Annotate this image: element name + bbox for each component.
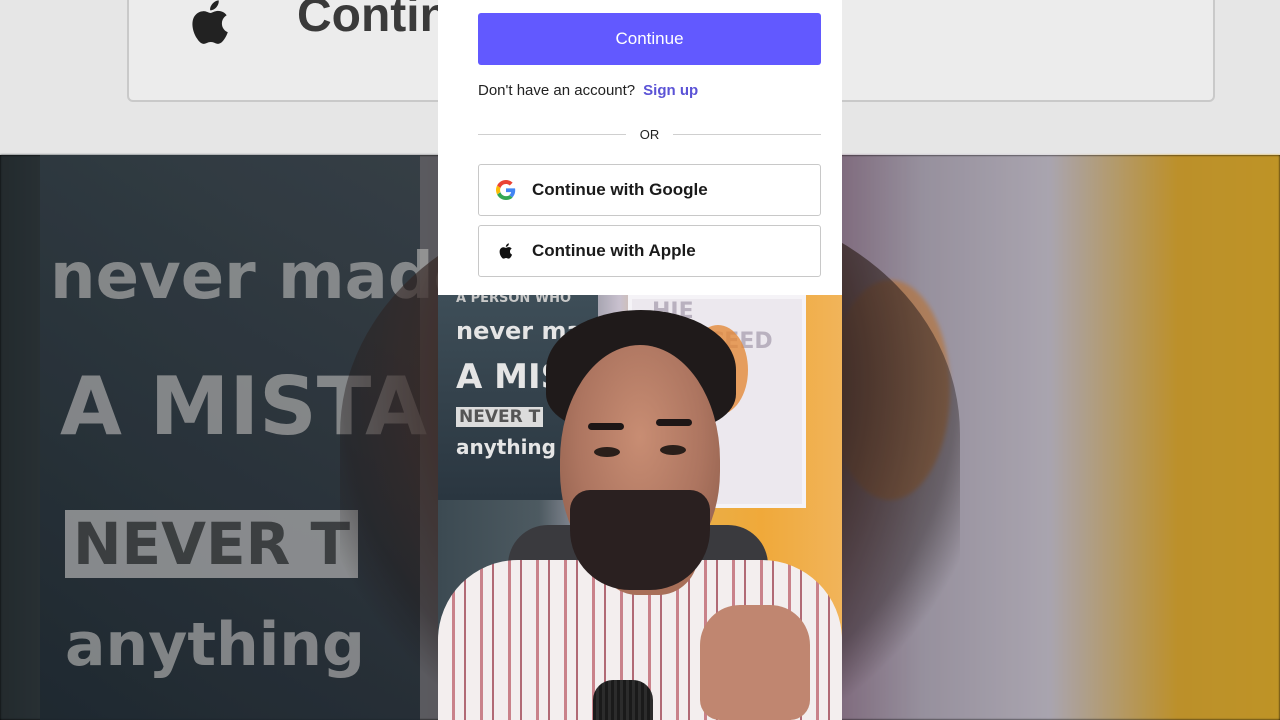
continue-with-google-button[interactable]: Continue with Google — [478, 164, 821, 216]
left-eye — [594, 447, 620, 457]
divider-line-right — [673, 133, 821, 135]
left-eyebrow — [588, 423, 624, 430]
or-divider: OR — [478, 124, 821, 144]
continue-with-apple-button[interactable]: Continue with Apple — [478, 225, 821, 277]
right-eyebrow — [656, 419, 692, 426]
apple-button-label: Continue with Apple — [532, 241, 696, 260]
blurred-apple-icon — [192, 0, 228, 44]
apple-logo-icon — [496, 241, 516, 261]
google-logo-icon — [496, 180, 516, 200]
poster-line: NEVER T — [456, 407, 544, 427]
microphone — [593, 680, 653, 720]
right-eye — [660, 445, 686, 455]
hand — [700, 605, 810, 720]
poster-line: A PERSON WHO — [456, 295, 572, 306]
video-frame: A PERSON WHO never made A MISTA NEVER T … — [438, 295, 842, 720]
blurred-button-text: Contin — [297, 0, 449, 42]
poster-line: anything — [456, 435, 556, 459]
auth-panel: Continue Don't have an account? Sign up … — [438, 0, 842, 295]
divider-text: OR — [639, 126, 660, 142]
signup-prompt: Don't have an account? — [478, 82, 636, 99]
signup-link[interactable]: Sign up — [643, 82, 698, 99]
google-button-label: Continue with Google — [532, 180, 708, 199]
signup-row: Don't have an account? Sign up — [478, 82, 698, 99]
beard — [570, 490, 710, 590]
continue-button[interactable]: Continue — [478, 13, 821, 65]
divider-line-left — [478, 133, 626, 135]
center-column: Continue Don't have an account? Sign up … — [438, 0, 842, 720]
